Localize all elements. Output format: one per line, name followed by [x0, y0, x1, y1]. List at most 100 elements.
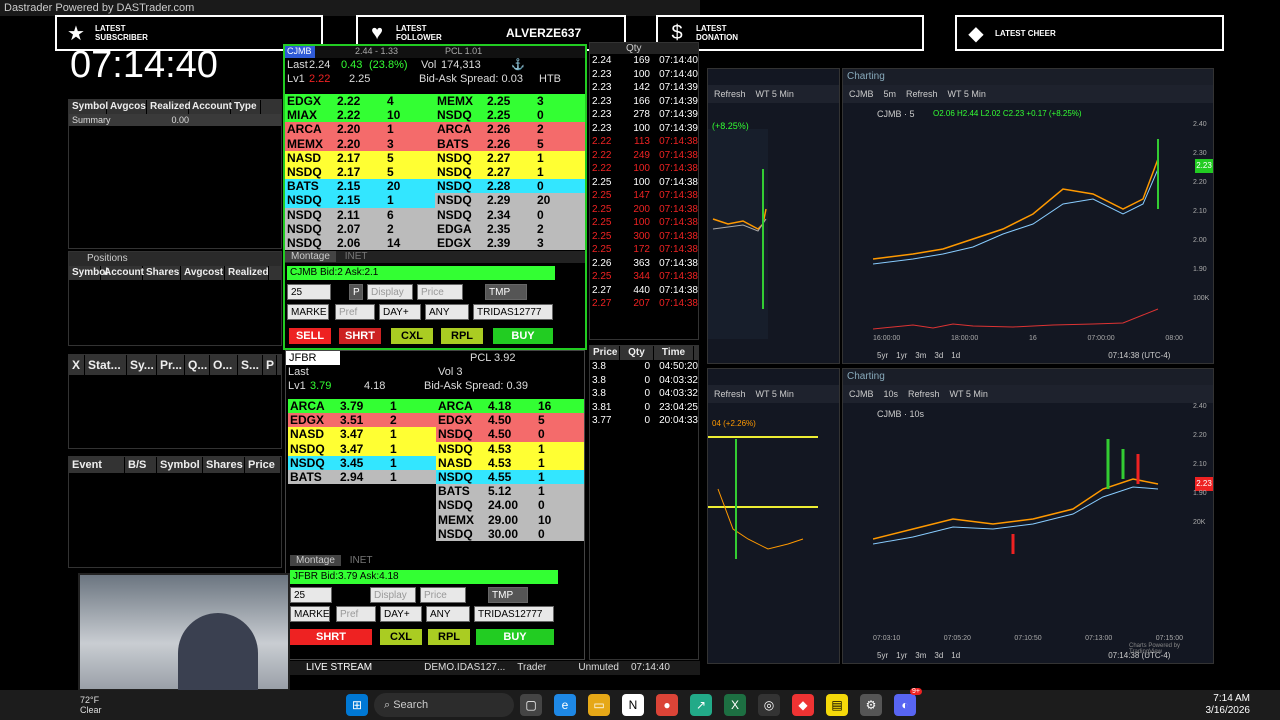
- indicator-label[interactable]: WT 5 Min: [950, 389, 988, 399]
- system-clock[interactable]: 7:14 AM 3/16/2026: [1206, 693, 1251, 717]
- book-row[interactable]: ARCA 3.79 1: [288, 399, 436, 414]
- book-row[interactable]: NASD 4.53 1: [436, 455, 584, 470]
- order-type-select[interactable]: MARKE: [287, 304, 329, 320]
- tif-select[interactable]: DAY+: [380, 606, 422, 622]
- interval-label[interactable]: 10s: [884, 389, 899, 399]
- book-row[interactable]: NSDQ 24.00 0: [436, 498, 584, 513]
- range-1d[interactable]: 1d: [951, 351, 960, 360]
- range-3m[interactable]: 3m: [915, 351, 926, 360]
- col-header[interactable]: Price: [245, 457, 281, 473]
- obs-icon[interactable]: ◎: [758, 694, 780, 716]
- book-row[interactable]: NSDQ 2.17 5: [285, 164, 435, 180]
- display-input[interactable]: Display: [370, 587, 416, 603]
- settings-icon[interactable]: ⚙: [860, 694, 882, 716]
- col-header[interactable]: Avgcost: [181, 266, 225, 280]
- col-header[interactable]: Account: [101, 266, 144, 280]
- book-row[interactable]: NSDQ 2.34 0: [435, 207, 585, 222]
- col-header[interactable]: Shares: [143, 266, 181, 280]
- range-3d[interactable]: 3d: [934, 351, 943, 360]
- book-row[interactable]: NSDQ 2.11 6: [285, 207, 435, 222]
- buy-button[interactable]: BUY: [493, 328, 553, 344]
- tif-select[interactable]: DAY+: [379, 304, 421, 320]
- book-row[interactable]: BATS 2.15 20: [285, 179, 435, 194]
- book-row[interactable]: NSDQ 2.29 20: [435, 193, 585, 208]
- book-row[interactable]: NSDQ 3.45 1: [288, 455, 436, 470]
- col-header[interactable]: Shares: [203, 457, 245, 473]
- book-row[interactable]: EDGA 2.35 2: [435, 221, 585, 236]
- tmp-button[interactable]: TMP: [485, 284, 527, 300]
- col-header[interactable]: Avgcos: [107, 100, 147, 114]
- book-row[interactable]: NSDQ 2.27 1: [435, 164, 585, 180]
- book-row[interactable]: ARCA 2.20 1: [285, 122, 435, 137]
- discord-icon[interactable]: ◐ 9+: [894, 688, 922, 716]
- range-5yr[interactable]: 5yr: [877, 651, 888, 660]
- book-row[interactable]: NSDQ 30.00 0: [436, 526, 584, 541]
- tab-inet[interactable]: INET: [344, 555, 379, 566]
- replace-button[interactable]: RPL: [441, 328, 483, 344]
- task-view-icon[interactable]: ▢: [520, 694, 542, 716]
- range-5yr[interactable]: 5yr: [877, 351, 888, 360]
- col-header[interactable]: Symbol: [69, 266, 108, 280]
- col-header[interactable]: Stat...: [85, 355, 127, 375]
- book-row[interactable]: MEMX 29.00 10: [436, 512, 584, 527]
- book-row[interactable]: EDGX 2.22 4: [285, 94, 435, 109]
- book-row[interactable]: ARCA 4.18 16: [436, 399, 584, 414]
- book-row[interactable]: NSDQ 3.47 1: [288, 441, 436, 456]
- chart-app-icon[interactable]: ↗: [690, 694, 712, 716]
- cancel-button[interactable]: CXL: [391, 328, 433, 344]
- book-row[interactable]: MIAX 2.22 10: [285, 108, 435, 123]
- col-header[interactable]: Symbol: [69, 100, 108, 114]
- col-header[interactable]: Event: [69, 457, 125, 473]
- search-box[interactable]: ⌕ Search: [374, 693, 514, 717]
- col-header[interactable]: Account: [189, 100, 232, 114]
- book-row[interactable]: MEMX 2.25 3: [435, 94, 585, 109]
- symbol-label[interactable]: CJMB: [849, 389, 874, 399]
- replace-button[interactable]: RPL: [428, 629, 470, 645]
- tmp-button[interactable]: TMP: [488, 587, 528, 603]
- book-row[interactable]: EDGX 2.39 3: [435, 235, 585, 251]
- route-select[interactable]: TRIDAS12777: [474, 606, 554, 622]
- app-icon[interactable]: ◆: [792, 694, 814, 716]
- weather-widget[interactable]: 72°F Clear: [80, 695, 150, 715]
- indicator-label[interactable]: WT 5 Min: [756, 89, 794, 99]
- range-1yr[interactable]: 1yr: [896, 351, 907, 360]
- book-row[interactable]: EDGX 3.51 2: [288, 413, 436, 428]
- tab-montage[interactable]: Montage: [290, 555, 341, 566]
- col-header[interactable]: Realized: [225, 266, 269, 280]
- col-header[interactable]: Pr...: [157, 355, 185, 375]
- col-header[interactable]: S...: [238, 355, 263, 375]
- windows-start-icon[interactable]: ⊞: [346, 694, 368, 716]
- pref-input[interactable]: Pref: [335, 304, 375, 320]
- sell-button[interactable]: SELL: [289, 328, 331, 344]
- book-row[interactable]: NSDQ 4.50 0: [436, 427, 584, 442]
- symbol-field[interactable]: JFBR: [286, 351, 340, 365]
- book-row[interactable]: NSDQ 2.27 1: [435, 150, 585, 165]
- col-header[interactable]: X: [69, 355, 85, 375]
- indicator-label[interactable]: WT 5 Min: [756, 389, 794, 399]
- book-row[interactable]: NSDQ 2.07 2: [285, 221, 435, 236]
- refresh-button[interactable]: Refresh: [908, 389, 940, 399]
- col-header[interactable]: Price: [590, 346, 620, 360]
- book-row[interactable]: ARCA 2.26 2: [435, 122, 585, 137]
- symbol-field[interactable]: CJMB: [285, 46, 315, 58]
- interval-label[interactable]: 5m: [884, 89, 897, 99]
- book-row[interactable]: NASD 2.17 5: [285, 150, 435, 165]
- book-row[interactable]: NSDQ 4.55 1: [436, 469, 584, 485]
- book-row[interactable]: NASD 3.47 1: [288, 427, 436, 442]
- col-header[interactable]: Symbol: [157, 457, 203, 473]
- indicator-label[interactable]: WT 5 Min: [948, 89, 986, 99]
- notion-icon[interactable]: N: [622, 694, 644, 716]
- col-header[interactable]: Type: [231, 100, 261, 114]
- folder-icon[interactable]: ▭: [588, 694, 610, 716]
- col-header[interactable]: Time: [654, 346, 694, 360]
- sticky-notes-icon[interactable]: ▤: [826, 694, 848, 716]
- excel-icon[interactable]: X: [724, 694, 746, 716]
- edge-icon[interactable]: e: [554, 694, 576, 716]
- book-row[interactable]: NSDQ 2.15 1: [285, 193, 435, 208]
- p-button[interactable]: P: [349, 284, 363, 300]
- range-1yr[interactable]: 1yr: [896, 651, 907, 660]
- tab-inet[interactable]: INET: [339, 251, 374, 262]
- col-header[interactable]: Qty: [620, 346, 654, 360]
- refresh-button[interactable]: Refresh: [714, 389, 746, 399]
- price-input[interactable]: Price: [417, 284, 463, 300]
